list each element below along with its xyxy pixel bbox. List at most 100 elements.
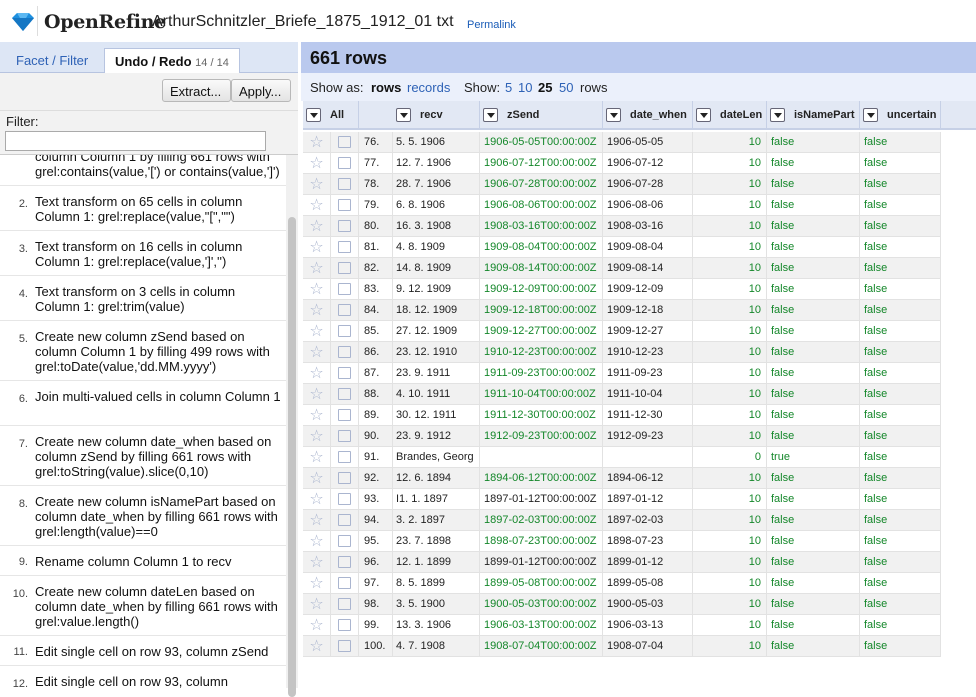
row-index[interactable]: 80. (359, 216, 393, 237)
star-icon[interactable]: ☆ (303, 510, 331, 531)
cell-zsend[interactable]: 1906-07-12T00:00:00Z (480, 153, 603, 174)
flag-icon[interactable] (331, 426, 359, 447)
star-icon[interactable]: ☆ (303, 300, 331, 321)
cell-recv[interactable]: 3. 5. 1900 (393, 594, 480, 615)
row-index[interactable]: 90. (359, 426, 393, 447)
cell-isnamepart[interactable]: false (767, 321, 860, 342)
cell-uncertain[interactable]: false (860, 468, 941, 489)
cell-recv[interactable]: 12. 6. 1894 (393, 468, 480, 489)
star-icon[interactable]: ☆ (303, 615, 331, 636)
column-header-datelen[interactable]: dateLen (693, 101, 767, 130)
row-index[interactable]: 84. (359, 300, 393, 321)
star-icon[interactable]: ☆ (303, 384, 331, 405)
cell-datelen[interactable]: 10 (693, 531, 767, 552)
cell-date-when[interactable]: 1906-05-05 (603, 132, 693, 153)
row-index[interactable]: 100. (359, 636, 393, 657)
cell-zsend[interactable]: 1898-07-23T00:00:00Z (480, 531, 603, 552)
openrefine-diamond-icon[interactable] (10, 12, 36, 32)
cell-isnamepart[interactable]: false (767, 510, 860, 531)
cell-isnamepart[interactable]: false (767, 153, 860, 174)
cell-isnamepart[interactable]: false (767, 342, 860, 363)
column-menu-icon[interactable] (306, 108, 321, 122)
star-icon[interactable]: ☆ (303, 216, 331, 237)
cell-zsend[interactable]: 1906-05-05T00:00:00Z (480, 132, 603, 153)
history-entry[interactable]: 11. Edit single cell on row 93, column zS… (0, 636, 286, 666)
page-size-50[interactable]: 50 (559, 80, 573, 95)
cell-datelen[interactable]: 10 (693, 426, 767, 447)
cell-recv[interactable]: 6. 8. 1906 (393, 195, 480, 216)
cell-date-when[interactable]: 1909-08-14 (603, 258, 693, 279)
cell-uncertain[interactable]: false (860, 447, 941, 468)
cell-recv[interactable]: 12. 1. 1899 (393, 552, 480, 573)
cell-uncertain[interactable]: false (860, 552, 941, 573)
star-icon[interactable]: ☆ (303, 342, 331, 363)
star-icon[interactable]: ☆ (303, 405, 331, 426)
cell-zsend[interactable]: 1897-01-12T00:00:00Z (480, 489, 603, 510)
cell-zsend[interactable]: 1909-08-04T00:00:00Z (480, 237, 603, 258)
cell-recv[interactable]: 16. 3. 1908 (393, 216, 480, 237)
cell-date-when[interactable]: 1911-10-04 (603, 384, 693, 405)
cell-date-when[interactable]: 1900-05-03 (603, 594, 693, 615)
cell-zsend[interactable]: 1906-07-28T00:00:00Z (480, 174, 603, 195)
star-icon[interactable]: ☆ (303, 468, 331, 489)
star-icon[interactable]: ☆ (303, 237, 331, 258)
cell-zsend[interactable]: 1911-12-30T00:00:00Z (480, 405, 603, 426)
cell-uncertain[interactable]: false (860, 594, 941, 615)
cell-zsend[interactable] (480, 447, 603, 468)
mode-rows[interactable]: rows (371, 80, 401, 95)
star-icon[interactable]: ☆ (303, 552, 331, 573)
cell-isnamepart[interactable]: false (767, 636, 860, 657)
cell-isnamepart[interactable]: false (767, 552, 860, 573)
cell-uncertain[interactable]: false (860, 237, 941, 258)
row-index[interactable]: 85. (359, 321, 393, 342)
history-scroll-thumb[interactable] (288, 217, 296, 697)
row-index[interactable]: 77. (359, 153, 393, 174)
cell-date-when[interactable]: 1906-07-12 (603, 153, 693, 174)
cell-date-when[interactable]: 1897-01-12 (603, 489, 693, 510)
cell-date-when[interactable]: 1909-12-27 (603, 321, 693, 342)
cell-recv[interactable]: 23. 9. 1912 (393, 426, 480, 447)
cell-uncertain[interactable]: false (860, 426, 941, 447)
flag-icon[interactable] (331, 258, 359, 279)
star-icon[interactable]: ☆ (303, 132, 331, 153)
cell-isnamepart[interactable]: false (767, 363, 860, 384)
star-icon[interactable]: ☆ (303, 258, 331, 279)
cell-zsend[interactable]: 1908-03-16T00:00:00Z (480, 216, 603, 237)
star-icon[interactable]: ☆ (303, 636, 331, 657)
cell-zsend[interactable]: 1912-09-23T00:00:00Z (480, 426, 603, 447)
row-index[interactable]: 86. (359, 342, 393, 363)
cell-zsend[interactable]: 1911-10-04T00:00:00Z (480, 384, 603, 405)
cell-isnamepart[interactable]: false (767, 426, 860, 447)
column-header-date-when[interactable]: date_when (603, 101, 693, 130)
row-index[interactable]: 87. (359, 363, 393, 384)
cell-date-when[interactable]: 1906-03-13 (603, 615, 693, 636)
cell-datelen[interactable]: 10 (693, 363, 767, 384)
cell-recv[interactable]: Brandes, Georg (393, 447, 480, 468)
app-brand[interactable]: OpenRefine (44, 11, 166, 33)
column-header-isnamepart[interactable]: isNamePart (767, 101, 860, 130)
cell-recv[interactable]: I1. 1. 1897 (393, 489, 480, 510)
cell-uncertain[interactable]: false (860, 405, 941, 426)
cell-recv[interactable]: 18. 12. 1909 (393, 300, 480, 321)
cell-datelen[interactable]: 10 (693, 489, 767, 510)
history-entry[interactable]: 2. Text transform on 65 cells in column C… (0, 186, 286, 231)
cell-uncertain[interactable]: false (860, 636, 941, 657)
tab-undo-redo[interactable]: Undo / Redo 14 / 14 (104, 48, 240, 74)
column-header-uncertain[interactable]: uncertain (860, 101, 941, 130)
star-icon[interactable]: ☆ (303, 573, 331, 594)
cell-recv[interactable]: 30. 12. 1911 (393, 405, 480, 426)
flag-icon[interactable] (331, 384, 359, 405)
cell-isnamepart[interactable]: false (767, 279, 860, 300)
star-icon[interactable]: ☆ (303, 153, 331, 174)
cell-isnamepart[interactable]: false (767, 300, 860, 321)
row-index[interactable]: 91. (359, 447, 393, 468)
cell-zsend[interactable]: 1899-01-12T00:00:00Z (480, 552, 603, 573)
page-size-25[interactable]: 25 (538, 80, 552, 95)
flag-icon[interactable] (331, 636, 359, 657)
column-menu-icon[interactable] (606, 108, 621, 122)
cell-datelen[interactable]: 10 (693, 195, 767, 216)
flag-icon[interactable] (331, 489, 359, 510)
cell-zsend[interactable]: 1894-06-12T00:00:00Z (480, 468, 603, 489)
cell-recv[interactable]: 3. 2. 1897 (393, 510, 480, 531)
row-index[interactable]: 94. (359, 510, 393, 531)
